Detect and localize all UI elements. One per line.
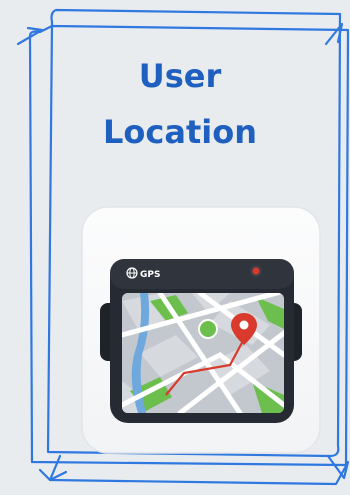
current-location-dot <box>198 319 218 339</box>
gps-label: GPS <box>140 270 160 280</box>
frame-bottom-overrun <box>38 464 348 486</box>
map-content <box>122 293 284 413</box>
card: User Location GPS <box>0 0 350 495</box>
page-title: User Location <box>60 48 300 160</box>
title-line-2: Location <box>103 113 257 151</box>
title-line-1: User <box>138 57 222 95</box>
record-indicator <box>252 267 260 275</box>
frame-hook-bl <box>48 454 68 482</box>
gps-device-illustration: GPS <box>80 205 322 455</box>
